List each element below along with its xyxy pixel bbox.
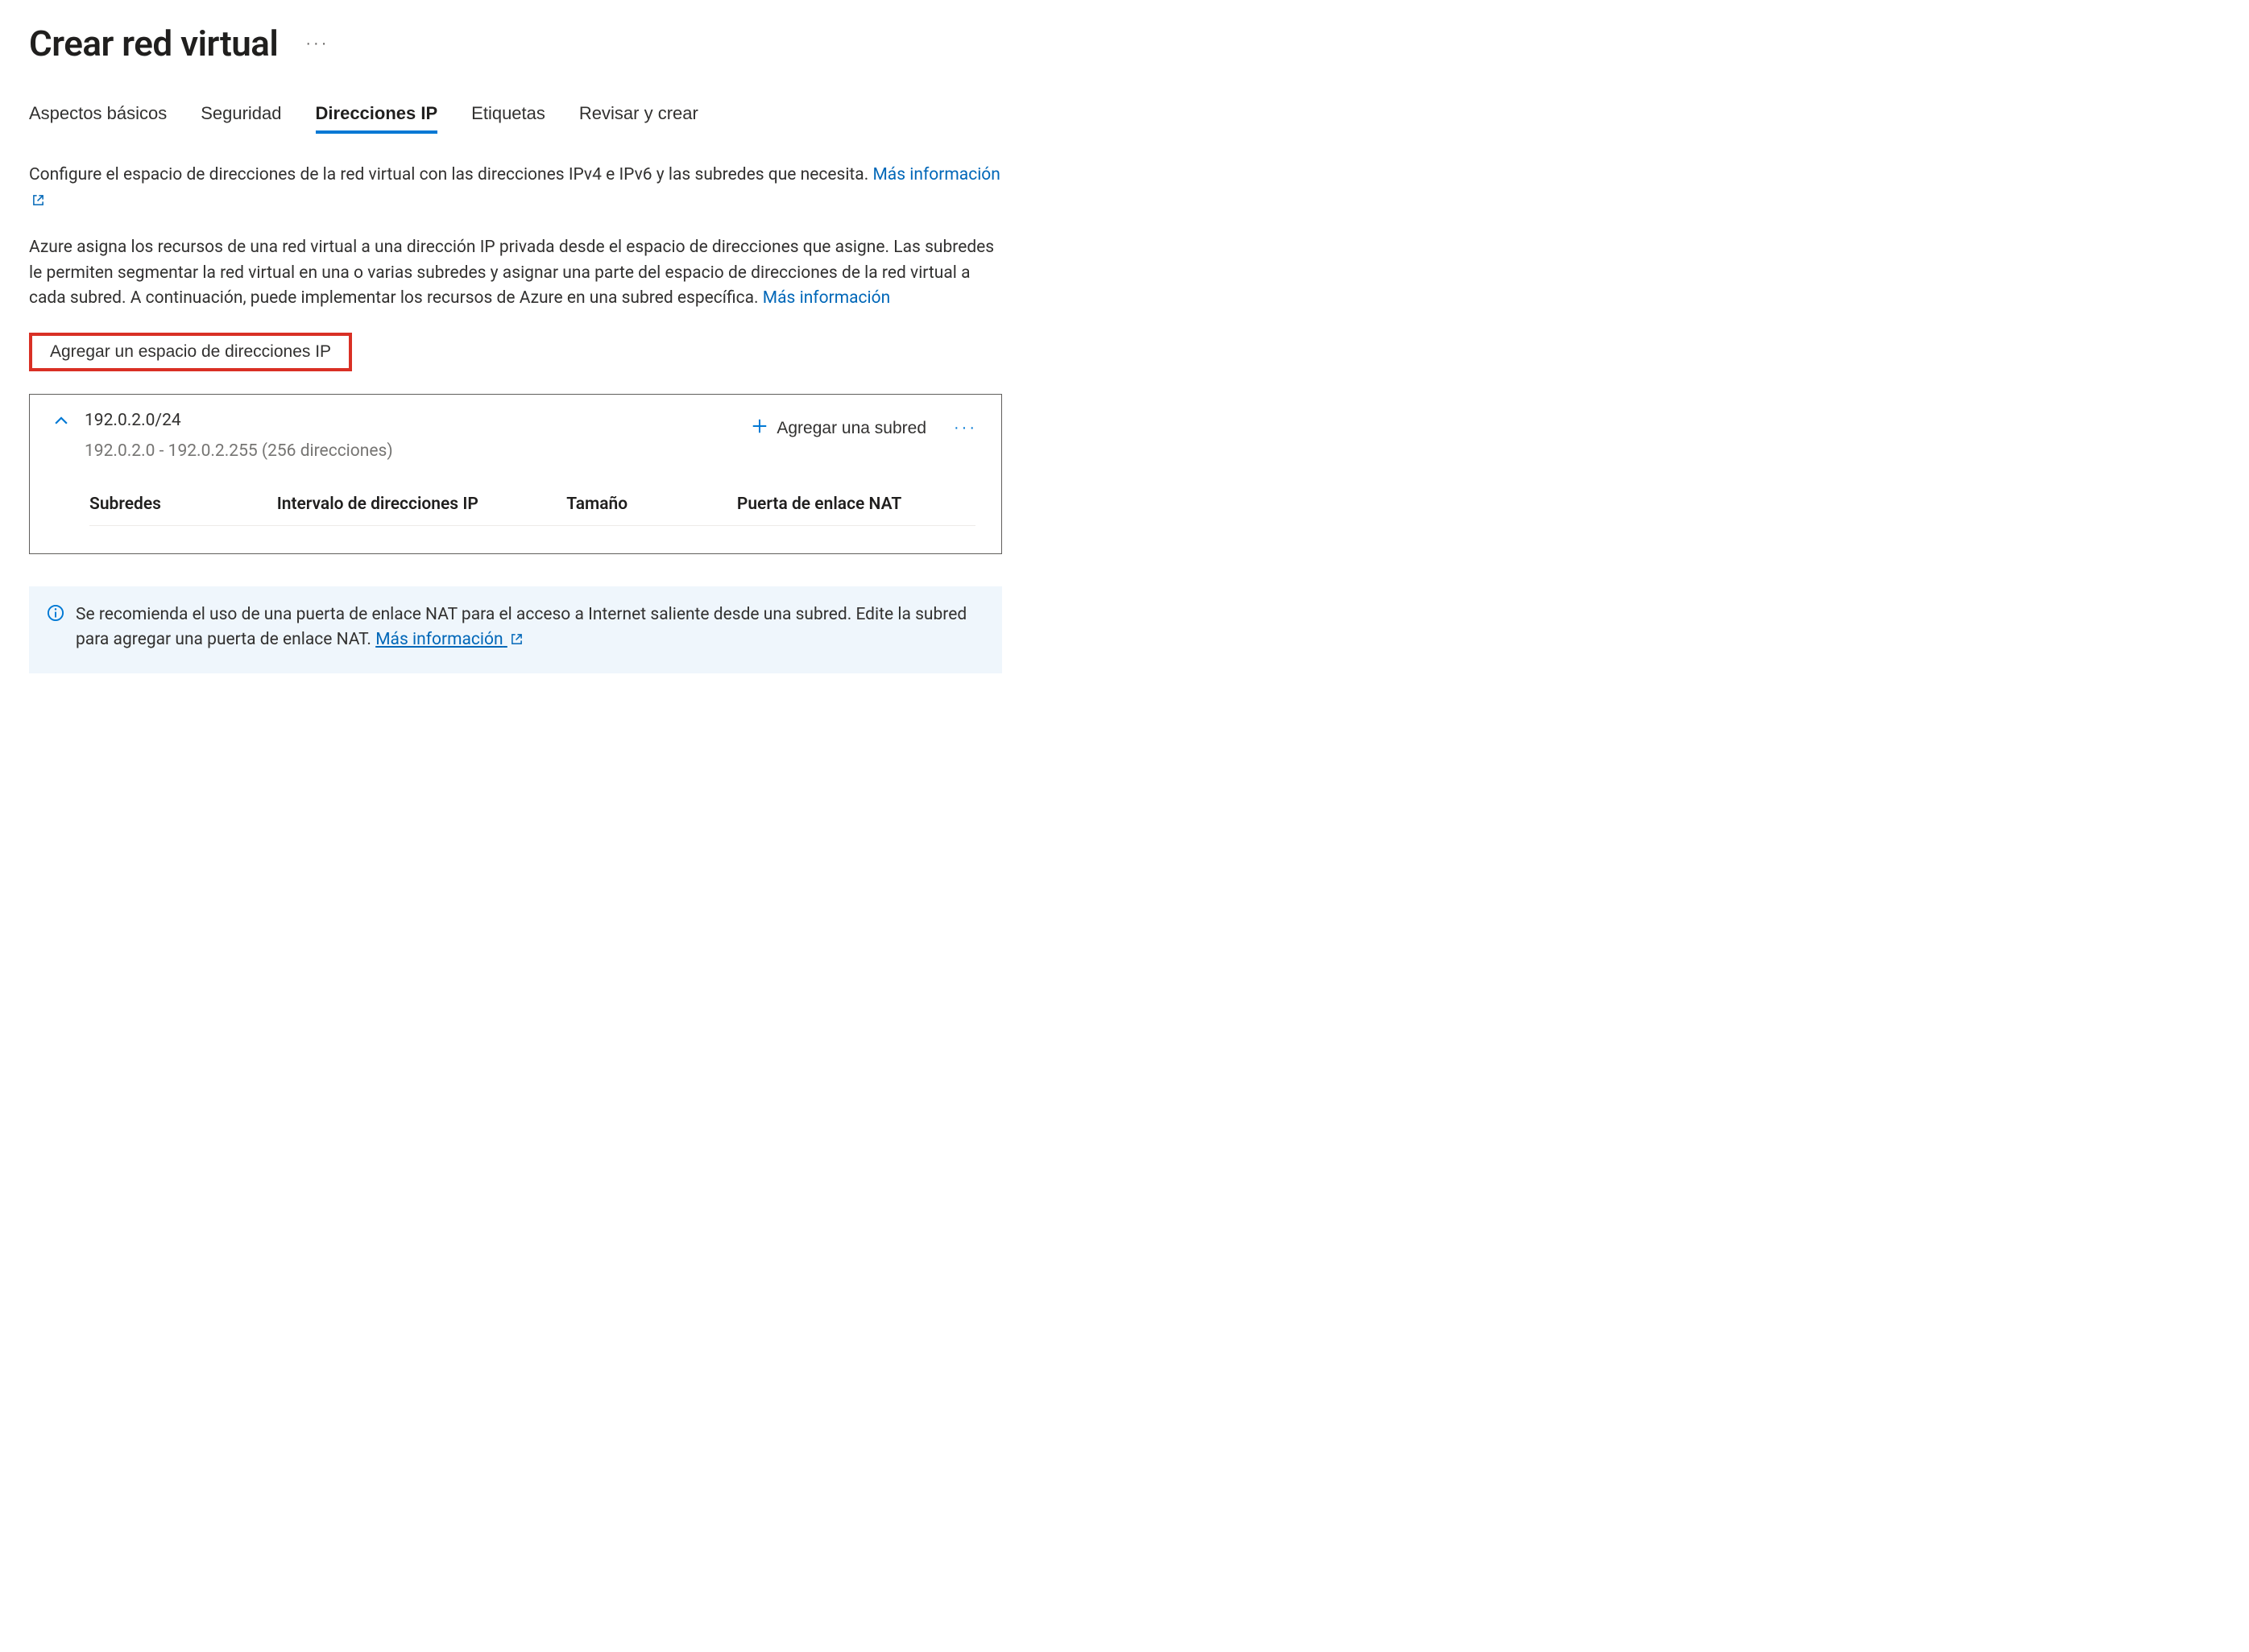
learn-more-subnets-link[interactable]: Más información (763, 288, 890, 308)
ellipsis-icon: ··· (954, 419, 977, 437)
info-icon (47, 604, 64, 631)
subnet-table: Subredes Intervalo de direcciones IP Tam… (89, 495, 975, 526)
page-title: Crear red virtual (29, 23, 278, 64)
page-more-button[interactable]: ··· (300, 31, 333, 56)
description-subnets: Azure asigna los recursos de una red vir… (29, 235, 1002, 312)
address-space-card: 192.0.2.0/24 192.0.2.0 - 192.0.2.255 (25… (29, 394, 1002, 554)
col-nat-gateway: Puerta de enlace NAT (737, 495, 975, 514)
tab-review-create[interactable]: Revisar y crear (579, 103, 698, 132)
col-subnets: Subredes (89, 495, 277, 514)
address-space-cidr: 192.0.2.0/24 (85, 411, 393, 430)
external-link-icon (511, 628, 523, 654)
address-space-range: 192.0.2.0 - 192.0.2.255 (256 direcciones… (85, 441, 393, 461)
chevron-up-icon[interactable] (51, 411, 72, 437)
ellipsis-icon: ··· (305, 35, 329, 52)
address-space-header: 192.0.2.0/24 192.0.2.0 - 192.0.2.255 (25… (51, 411, 980, 461)
description-ip-space: Configure el espacio de direcciones de l… (29, 163, 1002, 214)
nat-gateway-info-text: Se recomienda el uso de una puerta de en… (76, 602, 981, 654)
add-subnet-button[interactable]: Agregar una subred (749, 414, 928, 443)
add-ip-address-space-button[interactable]: Agregar un espacio de direcciones IP (29, 333, 352, 371)
tabs: Aspectos básicos Seguridad Direcciones I… (29, 103, 1002, 132)
subnet-table-header: Subredes Intervalo de direcciones IP Tam… (89, 495, 975, 526)
tab-tags[interactable]: Etiquetas (471, 103, 545, 132)
tab-basics[interactable]: Aspectos básicos (29, 103, 167, 132)
nat-gateway-info-banner: Se recomienda el uso de una puerta de en… (29, 586, 1002, 673)
external-link-icon (32, 189, 44, 215)
add-subnet-label: Agregar una subred (777, 419, 926, 438)
page-header: Crear red virtual ··· (29, 23, 1002, 64)
tab-security[interactable]: Seguridad (201, 103, 281, 132)
tab-ip-addresses[interactable]: Direcciones IP (316, 103, 438, 132)
col-size: Tamaño (566, 495, 737, 514)
description-ip-space-text: Configure el espacio de direcciones de l… (29, 165, 872, 184)
learn-more-nat-link[interactable]: Más información (375, 630, 523, 649)
address-space-more-button[interactable]: ··· (951, 416, 980, 441)
col-ip-range: Intervalo de direcciones IP (277, 495, 567, 514)
plus-icon (751, 417, 768, 440)
